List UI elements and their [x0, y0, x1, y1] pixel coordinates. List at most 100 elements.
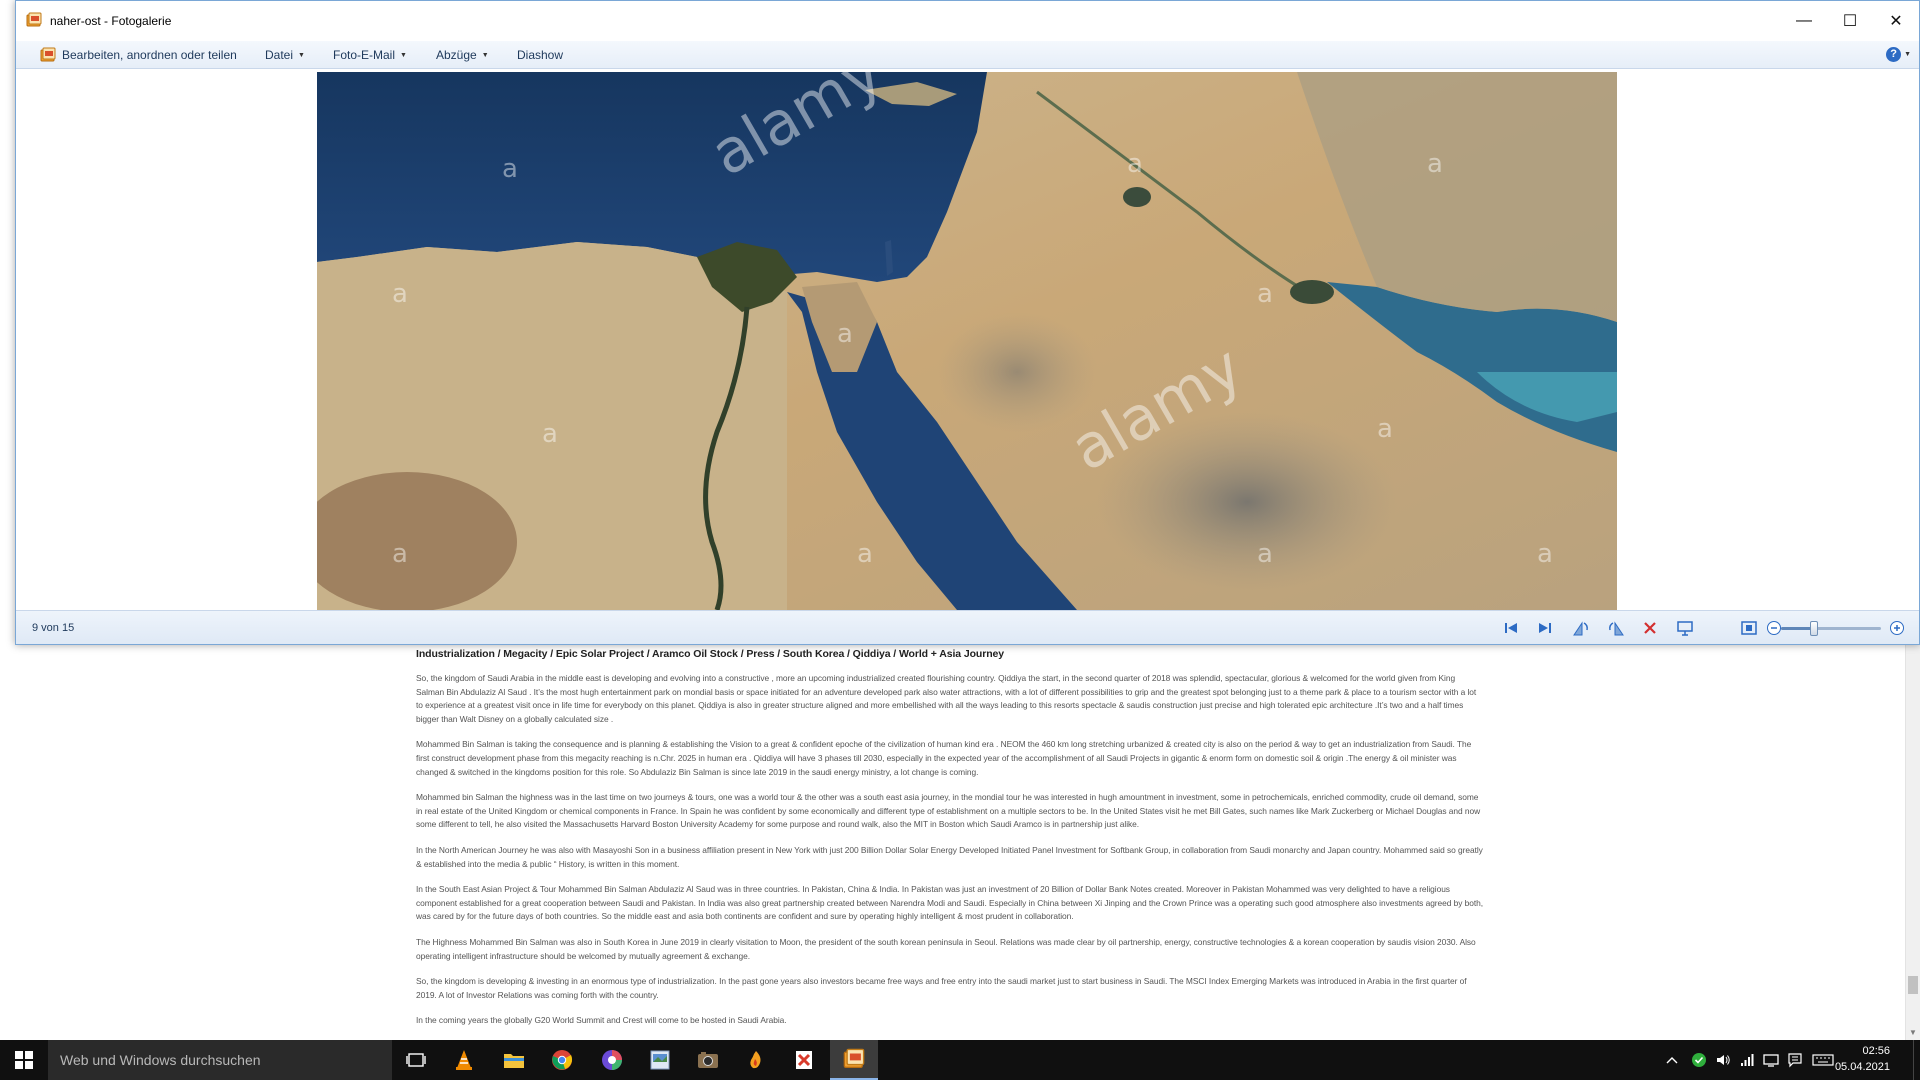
security-check-icon	[1692, 1053, 1706, 1067]
taskbar-picture-viewer[interactable]	[636, 1040, 684, 1080]
taskbar-photos-app[interactable]	[588, 1040, 636, 1080]
edit-arrange-share-button[interactable]: Bearbeiten, anordnen oder teilen	[40, 47, 237, 63]
taskbar-camera-app[interactable]	[684, 1040, 732, 1080]
scroll-down-icon[interactable]: ▼	[1908, 1028, 1918, 1038]
tray-network[interactable]	[1738, 1052, 1756, 1068]
rotate-left-icon	[1573, 621, 1588, 636]
picture-file-icon	[650, 1050, 670, 1070]
chevron-down-icon: ▼	[400, 51, 407, 59]
article-paragraph: So, the kingdom of Saudi Arabia in the m…	[416, 673, 1477, 724]
monitor-icon	[1763, 1054, 1779, 1067]
tray-security[interactable]	[1690, 1052, 1708, 1068]
taskbar-office-app[interactable]	[780, 1040, 828, 1080]
article-paragraph: In the North American Journey he was als…	[416, 844, 1483, 869]
rotate-right-button[interactable]	[1607, 619, 1625, 637]
taskbar-chrome[interactable]	[538, 1040, 586, 1080]
photo-email-menu[interactable]: Foto-E-Mail ▼	[333, 47, 407, 63]
slideshow-icon	[1677, 621, 1693, 636]
notification-icon	[1788, 1053, 1802, 1068]
watermark-letter: a	[857, 539, 873, 569]
document-red-icon	[796, 1051, 812, 1069]
title-bar[interactable]: naher-ost - Fotogalerie — ☐ ✕	[16, 1, 1919, 41]
article-title: Industrialization / Megacity / Epic Sola…	[416, 648, 1005, 660]
taskbar-search-box[interactable]: Web und Windows durchsuchen	[48, 1040, 392, 1080]
scrollbar-thumb[interactable]	[1908, 976, 1918, 994]
next-photo-button[interactable]	[1536, 619, 1554, 637]
next-icon	[1539, 623, 1551, 633]
zoom-in-button[interactable]	[1888, 619, 1906, 637]
satellite-photo[interactable]: alamy alamy a a a a a a a a a a a a	[317, 72, 1617, 610]
actual-size-button[interactable]	[1740, 619, 1758, 637]
slideshow-label: Diashow	[517, 48, 564, 62]
watermark-letter: a	[1257, 539, 1273, 569]
taskbar-vlc[interactable]	[440, 1040, 488, 1080]
start-button[interactable]	[0, 1040, 48, 1080]
tray-overflow-button[interactable]	[1664, 1052, 1680, 1068]
windows-logo-icon	[15, 1051, 33, 1069]
keyboard-icon	[1812, 1054, 1834, 1066]
article-paragraph: In the coming years the globally G20 Wor…	[416, 1015, 787, 1026]
search-placeholder: Web und Windows durchsuchen	[60, 1052, 261, 1068]
chevron-down-icon: ▼	[481, 51, 489, 59]
watermark-letter: a	[1127, 149, 1143, 179]
article-paragraph: Mohammed bin Salman the highness was in …	[416, 792, 1481, 830]
previous-icon	[1505, 623, 1517, 633]
file-explorer-icon	[504, 1054, 524, 1068]
tray-display[interactable]	[1762, 1052, 1780, 1068]
taskbar-photo-gallery[interactable]	[830, 1040, 878, 1080]
show-desktop-button[interactable]	[1913, 1040, 1920, 1080]
article: Industrialization / Megacity / Epic Sola…	[416, 648, 1484, 1040]
taskbar-file-explorer[interactable]	[490, 1040, 538, 1080]
watermark-letter: a	[1537, 539, 1553, 569]
zoom-slider-thumb[interactable]	[1810, 621, 1818, 636]
tray-action-center[interactable]	[1786, 1052, 1804, 1068]
rotate-right-icon	[1609, 621, 1624, 636]
camera-icon	[698, 1052, 718, 1068]
speaker-icon	[1717, 1055, 1730, 1065]
watermark-letter: a	[1257, 279, 1273, 309]
help-button[interactable]: ? ▼	[1886, 47, 1911, 62]
task-view-button[interactable]	[392, 1040, 440, 1080]
slideshow-play-button[interactable]	[1676, 619, 1694, 637]
watermark-letter: a	[502, 154, 518, 184]
delete-icon	[1644, 622, 1656, 634]
middle-east-satellite-image: alamy alamy a a a a a a a a a a a a	[317, 72, 1617, 610]
article-paragraph: In the South East Asian Project & Tour M…	[416, 884, 1484, 922]
chrome-icon	[552, 1050, 573, 1070]
chevron-up-icon	[1666, 1057, 1678, 1064]
rotate-left-button[interactable]	[1572, 619, 1590, 637]
flame-icon	[750, 1051, 761, 1069]
gallery-edit-icon	[40, 47, 56, 62]
chevron-down-icon: ▼	[1904, 51, 1911, 58]
watermark-letter: a	[392, 279, 408, 309]
delete-photo-button[interactable]	[1641, 619, 1659, 637]
maximize-button[interactable]: ☐	[1827, 1, 1873, 41]
file-menu[interactable]: Datei ▼	[265, 47, 305, 63]
previous-photo-button[interactable]	[1502, 619, 1520, 637]
task-view-icon	[406, 1053, 426, 1067]
taskbar: Web und Windows durchsuchen 02:56 05.04.…	[0, 1040, 1920, 1080]
tray-keyboard[interactable]	[1812, 1052, 1834, 1068]
taskbar-clock[interactable]: 02:56 05.04.2021	[1835, 1043, 1890, 1075]
clock-time: 02:56	[1862, 1045, 1890, 1057]
minimize-button[interactable]: —	[1781, 1, 1827, 41]
close-button[interactable]: ✕	[1873, 1, 1919, 41]
zoom-slider[interactable]	[1781, 621, 1881, 636]
watermark-letter: a	[392, 539, 408, 569]
edit-arrange-share-label: Bearbeiten, anordnen oder teilen	[62, 48, 237, 62]
tray-volume[interactable]	[1714, 1052, 1732, 1068]
gallery-status-bar: 9 von 15	[16, 610, 1919, 644]
fit-to-window-icon	[1741, 621, 1757, 635]
article-paragraph: Mohammed Bin Salman is taking the conseq…	[416, 739, 1472, 777]
prints-label: Abzüge	[436, 48, 477, 62]
photo-gallery-window: naher-ost - Fotogalerie — ☐ ✕ Bearbeiten…	[15, 0, 1920, 645]
file-menu-label: Datei	[265, 48, 294, 62]
taskbar-media-app[interactable]	[732, 1040, 780, 1080]
slideshow-button[interactable]: Diashow	[517, 47, 563, 63]
help-icon: ?	[1886, 47, 1902, 62]
photo-email-label: Foto-E-Mail	[333, 48, 396, 62]
prints-menu[interactable]: Abzüge ▼	[436, 47, 489, 63]
zoom-in-icon	[1890, 621, 1904, 635]
photo-viewer: alamy alamy a a a a a a a a a a a a	[16, 70, 1919, 610]
gallery-toolbar: Bearbeiten, anordnen oder teilen Datei ▼ …	[16, 41, 1919, 69]
